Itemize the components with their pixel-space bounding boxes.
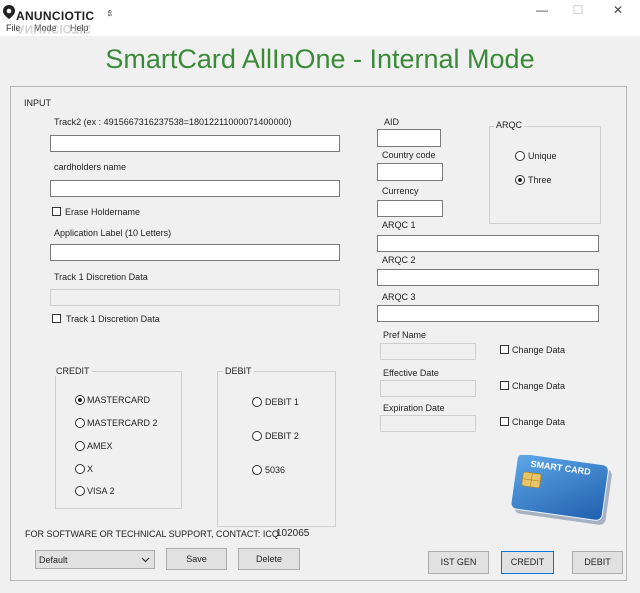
app-label-label: Application Label (10 Letters) <box>54 228 172 238</box>
debit-legend: DEBIT <box>223 366 254 376</box>
minimize-button[interactable]: — <box>524 0 560 20</box>
arqc2-input[interactable] <box>377 269 599 286</box>
credit-amex-radio[interactable] <box>75 441 85 451</box>
credit-mastercard-label: MASTERCARD <box>87 395 151 405</box>
pref-name-input <box>380 343 476 360</box>
erase-holdername-label: Erase Holdername <box>65 207 141 217</box>
support-text: FOR SOFTWARE OR TECHNICAL SUPPORT, CONTA… <box>25 529 279 539</box>
expiration-date-label: Expiration Date <box>383 403 445 413</box>
preset-select-value: Default <box>39 555 68 565</box>
debit2-radio[interactable] <box>252 431 262 441</box>
arqc-unique-label: Unique <box>528 151 557 161</box>
ist-gen-button[interactable]: IST GEN <box>428 551 489 574</box>
credit-group <box>55 371 182 509</box>
track1-disc-check-label: Track 1 Discretion Data <box>66 314 160 324</box>
arqc2-label: ARQC 2 <box>382 255 416 265</box>
arqc3-label: ARQC 3 <box>382 292 416 302</box>
debit1-label: DEBIT 1 <box>265 397 299 407</box>
support-icq: 102065 <box>276 528 310 539</box>
app-title: SmartCard AllInOne - Internal Mode <box>105 44 535 74</box>
credit-visa2-radio[interactable] <box>75 486 85 496</box>
credit-visa2-label: VISA 2 <box>87 486 115 496</box>
track1-disc-checkbox[interactable] <box>52 314 61 323</box>
arqc3-input[interactable] <box>377 305 599 322</box>
logo-pin-icon <box>3 5 15 19</box>
currency-label: Currency <box>382 186 419 196</box>
track2-label: Track2 (ex : 4915667316237538=1801221100… <box>54 117 292 127</box>
expiration-date-change-label: Change Data <box>512 417 566 427</box>
expiration-date-change-checkbox[interactable] <box>500 417 509 426</box>
app-label-input[interactable] <box>50 244 340 261</box>
arqc1-input[interactable] <box>377 235 599 252</box>
credit-legend: CREDIT <box>54 366 92 376</box>
arqc-unique-radio[interactable] <box>515 151 525 161</box>
debit-5036-radio[interactable] <box>252 465 262 475</box>
credit-amex-label: AMEX <box>87 441 113 451</box>
effective-date-label: Effective Date <box>383 368 439 378</box>
credit-button[interactable]: CREDIT <box>501 551 554 574</box>
debit-5036-label: 5036 <box>265 465 286 475</box>
maximize-button[interactable]: ☐ <box>560 0 596 20</box>
arqc-legend: ARQC <box>494 120 525 130</box>
anunciotic-logo: ANUNCIOTIC ANUNCIOTIC es <box>2 2 114 36</box>
track2-input[interactable] <box>50 135 340 152</box>
cardholder-input[interactable] <box>50 180 340 197</box>
credit-mastercard-radio[interactable] <box>75 395 85 405</box>
effective-date-change-label: Change Data <box>512 381 566 391</box>
debit1-radio[interactable] <box>252 397 262 407</box>
credit-mastercard2-radio[interactable] <box>75 418 85 428</box>
logo-suffix: es <box>106 10 112 17</box>
aid-input[interactable] <box>377 129 441 147</box>
debit-button[interactable]: DEBIT <box>572 551 623 574</box>
credit-x-label: X <box>87 464 94 474</box>
input-legend: INPUT <box>24 98 51 108</box>
credit-x-radio[interactable] <box>75 464 85 474</box>
chevron-down-icon <box>141 557 150 563</box>
pref-name-label: Pref Name <box>383 330 427 340</box>
logo-text: ANUNCIOTIC <box>16 9 95 23</box>
effective-date-change-checkbox[interactable] <box>500 381 509 390</box>
credit-mastercard2-label: MASTERCARD 2 <box>87 418 158 428</box>
currency-input[interactable] <box>377 200 443 217</box>
arqc-three-radio[interactable] <box>515 175 525 185</box>
country-code-input[interactable] <box>377 163 443 181</box>
pref-name-change-label: Change Data <box>512 345 566 355</box>
effective-date-input <box>380 380 476 397</box>
save-button[interactable]: Save <box>166 548 227 570</box>
debit-group <box>217 371 336 527</box>
expiration-date-input <box>380 415 476 432</box>
logo-reflection: ANUNCIOTIC <box>16 22 92 36</box>
aid-label: AID <box>384 117 400 127</box>
pref-name-change-checkbox[interactable] <box>500 345 509 354</box>
delete-button[interactable]: Delete <box>238 548 300 570</box>
erase-holdername-checkbox[interactable] <box>52 207 61 216</box>
track1-disc-input <box>50 289 340 306</box>
arqc-three-label: Three <box>528 175 552 185</box>
cardholder-label: cardholders name <box>54 162 127 172</box>
smart-card-image: SMART CARD <box>510 455 612 525</box>
track1-disc-label: Track 1 Discretion Data <box>54 272 148 282</box>
close-button[interactable]: ✕ <box>600 0 636 20</box>
arqc1-label: ARQC 1 <box>382 220 416 230</box>
preset-select[interactable]: Default <box>35 550 155 569</box>
debit2-label: DEBIT 2 <box>265 431 299 441</box>
country-code-label: Country code <box>382 150 436 160</box>
